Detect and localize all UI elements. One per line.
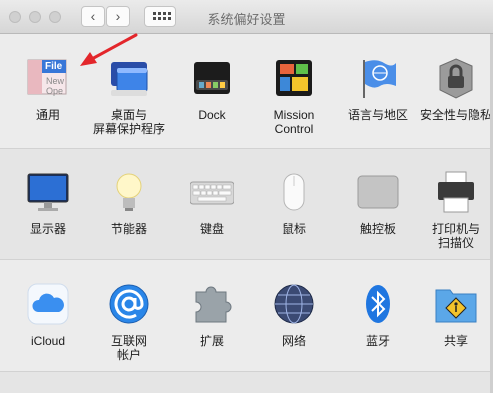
pref-mission-control[interactable]: Mission Control (252, 56, 336, 136)
pref-mouse[interactable]: 鼠标 (252, 170, 336, 236)
security-privacy-icon (434, 56, 478, 100)
pref-printers-scanners[interactable]: 打印机与 扫描仪 (414, 170, 493, 250)
pref-trackpad[interactable]: 触控板 (336, 170, 420, 236)
dock-icon (190, 56, 234, 100)
sharing-icon (434, 282, 478, 326)
pref-label: 网络 (281, 334, 306, 348)
pref-network[interactable]: 网络 (252, 282, 336, 348)
pref-label: 通用 (35, 108, 60, 122)
pref-label: 桌面与 屏幕保护程序 (92, 108, 165, 136)
pref-label: 语言与地区 (347, 108, 408, 122)
pref-icloud[interactable]: iCloud (6, 282, 90, 348)
pref-keyboard[interactable]: 键盘 (170, 170, 254, 236)
pref-label: Dock (198, 108, 226, 122)
pref-extensions[interactable]: 扩展 (170, 282, 254, 348)
extensions-icon (190, 282, 234, 326)
pref-bluetooth[interactable]: 蓝牙 (336, 282, 420, 348)
section-other (0, 372, 493, 393)
internet-accounts-icon (107, 282, 151, 326)
mouse-icon (272, 170, 316, 214)
pref-label: 扩展 (199, 334, 224, 348)
general-icon-line: New (46, 76, 65, 86)
pref-label: Mission Control (273, 108, 315, 136)
pref-label: 键盘 (199, 222, 224, 236)
window-title: 系统偏好设置 (207, 12, 286, 27)
pref-energy-saver[interactable]: 节能器 (87, 170, 171, 236)
pref-internet-accounts[interactable]: 互联网 帐户 (87, 282, 171, 362)
icloud-icon (26, 282, 70, 326)
trackpad-icon (356, 170, 400, 214)
pref-sharing[interactable]: 共享 (414, 282, 493, 348)
pref-label: iCloud (30, 334, 66, 348)
pref-security-privacy[interactable]: 安全性与隐私 (414, 56, 493, 122)
pref-displays[interactable]: 显示器 (6, 170, 90, 236)
pref-label: 触控板 (359, 222, 396, 236)
language-region-icon (356, 56, 400, 100)
pref-language-region[interactable]: 语言与地区 (336, 56, 420, 122)
network-icon (272, 282, 316, 326)
displays-icon (26, 170, 70, 214)
mission-control-icon (272, 56, 316, 100)
pref-label: 打印机与 扫描仪 (431, 222, 480, 250)
pref-label: 安全性与隐私 (419, 108, 492, 122)
printer-scanner-icon (434, 170, 478, 214)
annotation-arrow (80, 33, 138, 66)
keyboard-icon (189, 170, 235, 214)
general-icon-badge: File (45, 61, 63, 72)
energy-saver-icon (107, 170, 151, 214)
pref-dock[interactable]: Dock (170, 56, 254, 122)
title-bar: ‹ › 系统偏好设置 (0, 0, 493, 34)
general-icon-line: Ope (46, 86, 64, 96)
pref-label: 共享 (443, 334, 468, 348)
pref-label: 蓝牙 (365, 334, 390, 348)
pref-label: 互联网 帐户 (110, 334, 147, 362)
pref-label: 节能器 (110, 222, 147, 236)
general-icon: File New Ope (26, 56, 70, 100)
pref-label: 鼠标 (281, 222, 306, 236)
bluetooth-icon (356, 282, 400, 326)
pref-label: 显示器 (29, 222, 66, 236)
